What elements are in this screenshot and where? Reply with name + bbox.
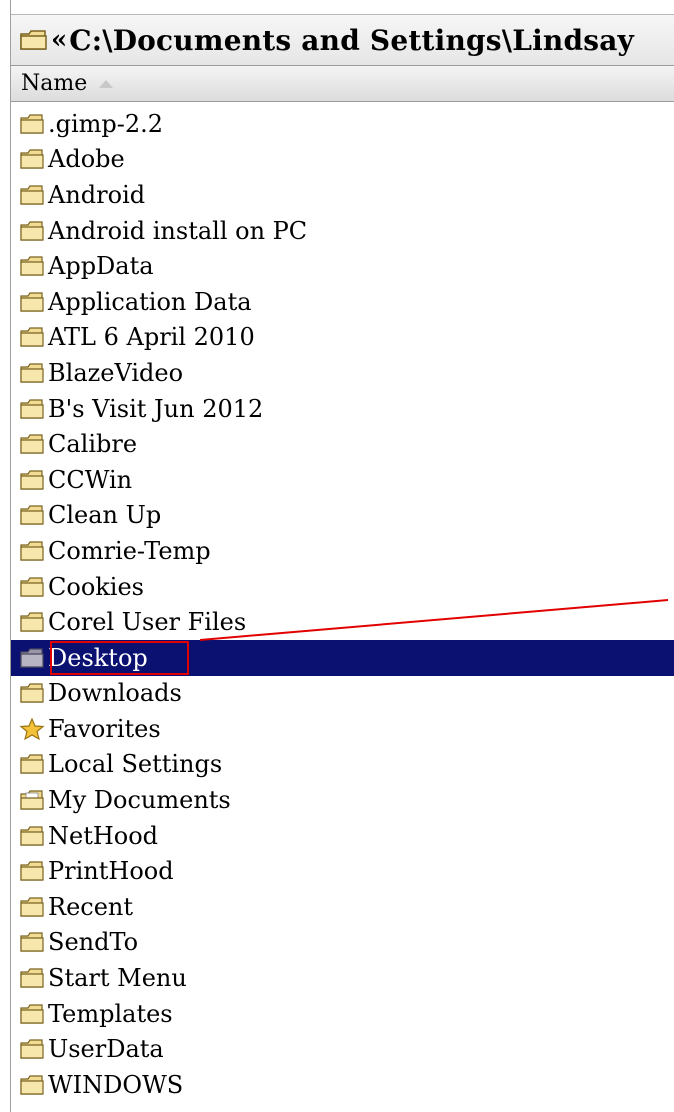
list-item-label: Start Menu bbox=[48, 964, 187, 993]
list-item-label: Templates bbox=[48, 999, 173, 1028]
list-item-label: UserData bbox=[48, 1035, 164, 1064]
folder-icon bbox=[19, 540, 45, 562]
list-item-label: My Documents bbox=[48, 786, 231, 815]
folder-icon bbox=[19, 860, 45, 882]
list-item-label: Corel User Files bbox=[48, 608, 247, 637]
column-header-label: Name bbox=[21, 71, 88, 96]
breadcrumb-chevron[interactable]: « bbox=[51, 25, 67, 55]
folder-icon bbox=[19, 113, 45, 135]
list-item[interactable]: Start Menu bbox=[11, 960, 674, 996]
list-item[interactable]: Android install on PC bbox=[11, 213, 674, 249]
list-item-label: BlazeVideo bbox=[48, 358, 184, 387]
list-item[interactable]: My Documents bbox=[11, 782, 674, 818]
list-item[interactable]: Desktop bbox=[11, 639, 674, 676]
list-item-label: Android install on PC bbox=[48, 216, 308, 245]
star-icon bbox=[19, 717, 45, 741]
column-header-name[interactable]: Name bbox=[11, 66, 674, 102]
folder-icon bbox=[19, 576, 45, 598]
sort-ascending-icon bbox=[99, 79, 114, 88]
list-item[interactable]: Application Data bbox=[11, 284, 674, 320]
list-item[interactable]: UserData bbox=[11, 1031, 674, 1067]
list-item-label: Local Settings bbox=[48, 750, 223, 779]
list-item[interactable]: PrintHood bbox=[11, 853, 674, 889]
file-list: .gimp-2.2 Adobe Android Android install on … bbox=[11, 106, 674, 1103]
list-item-label: Android bbox=[48, 180, 146, 209]
address-bar[interactable]: « C:\Documents and Settings\Lindsay bbox=[11, 14, 674, 66]
list-item[interactable]: NetHood bbox=[11, 818, 674, 854]
list-item[interactable]: Downloads bbox=[11, 676, 674, 712]
list-item-label: Cookies bbox=[48, 572, 144, 601]
folder-icon bbox=[19, 148, 45, 170]
folder-icon bbox=[19, 291, 45, 313]
list-item-label: Comrie-Temp bbox=[48, 536, 211, 565]
explorer-window: « C:\Documents and Settings\Lindsay Name… bbox=[0, 0, 674, 1112]
folder-icon bbox=[19, 326, 45, 348]
list-item[interactable]: AppData bbox=[11, 248, 674, 284]
list-item[interactable]: Favorites bbox=[11, 711, 674, 747]
list-item[interactable]: ATL 6 April 2010 bbox=[11, 320, 674, 356]
list-item-label: Favorites bbox=[48, 714, 161, 743]
folder-icon bbox=[19, 753, 45, 775]
folder-icon bbox=[19, 682, 45, 704]
list-item[interactable]: BlazeVideo bbox=[11, 355, 674, 391]
list-item-label: PrintHood bbox=[48, 857, 174, 886]
folder-icon bbox=[19, 469, 45, 491]
folder-icon bbox=[19, 255, 45, 277]
list-item-label: CCWin bbox=[48, 465, 133, 494]
list-item-label: Downloads bbox=[48, 679, 182, 708]
list-item[interactable]: Corel User Files bbox=[11, 604, 674, 640]
folder-icon bbox=[19, 1038, 45, 1060]
list-item[interactable]: Local Settings bbox=[11, 747, 674, 783]
list-item[interactable]: .gimp-2.2 bbox=[11, 106, 674, 142]
list-item[interactable]: Cookies bbox=[11, 569, 674, 605]
folder-icon bbox=[19, 825, 45, 847]
folder-icon bbox=[19, 433, 45, 455]
list-item[interactable]: Comrie-Temp bbox=[11, 533, 674, 569]
folder-icon bbox=[19, 362, 45, 384]
folder-icon bbox=[19, 184, 45, 206]
list-item-label: .gimp-2.2 bbox=[48, 109, 164, 138]
list-item-label: NetHood bbox=[48, 821, 159, 850]
list-item[interactable]: Android bbox=[11, 177, 674, 213]
folder-icon bbox=[19, 504, 45, 526]
list-item-label: ATL 6 April 2010 bbox=[48, 323, 255, 352]
list-item[interactable]: Templates bbox=[11, 996, 674, 1032]
desktop-folder-icon bbox=[19, 647, 45, 669]
list-item-label: Adobe bbox=[48, 145, 125, 174]
folder-icon bbox=[19, 220, 45, 242]
list-item[interactable]: Calibre bbox=[11, 426, 674, 462]
breadcrumb-path[interactable]: C:\Documents and Settings\Lindsay bbox=[69, 24, 634, 57]
list-item-label: Calibre bbox=[48, 430, 138, 459]
list-item-label: Application Data bbox=[48, 287, 252, 316]
list-item[interactable]: Clean Up bbox=[11, 498, 674, 534]
list-item-label: WINDOWS bbox=[48, 1070, 184, 1099]
list-item-label: AppData bbox=[48, 252, 154, 281]
list-item[interactable]: Recent bbox=[11, 889, 674, 925]
list-item[interactable]: SendTo bbox=[11, 925, 674, 961]
list-item-label: Desktop bbox=[48, 643, 148, 672]
list-item-label: Recent bbox=[48, 892, 134, 921]
list-item[interactable]: Adobe bbox=[11, 142, 674, 178]
left-pane-edge bbox=[0, 0, 11, 1112]
list-item[interactable]: WINDOWS bbox=[11, 1067, 674, 1103]
folder-icon bbox=[19, 1003, 45, 1025]
folder-icon bbox=[19, 896, 45, 918]
list-item-label: Clean Up bbox=[48, 501, 162, 530]
folder-icon bbox=[19, 28, 49, 52]
list-item-label: B's Visit Jun 2012 bbox=[48, 394, 264, 423]
folder-icon bbox=[19, 1074, 45, 1096]
folder-icon bbox=[19, 398, 45, 420]
list-item-label: SendTo bbox=[48, 928, 139, 957]
documents-folder-icon bbox=[19, 789, 45, 811]
folder-icon bbox=[19, 931, 45, 953]
list-item[interactable]: CCWin bbox=[11, 462, 674, 498]
list-item[interactable]: B's Visit Jun 2012 bbox=[11, 391, 674, 427]
folder-icon bbox=[19, 611, 45, 633]
folder-icon bbox=[19, 967, 45, 989]
